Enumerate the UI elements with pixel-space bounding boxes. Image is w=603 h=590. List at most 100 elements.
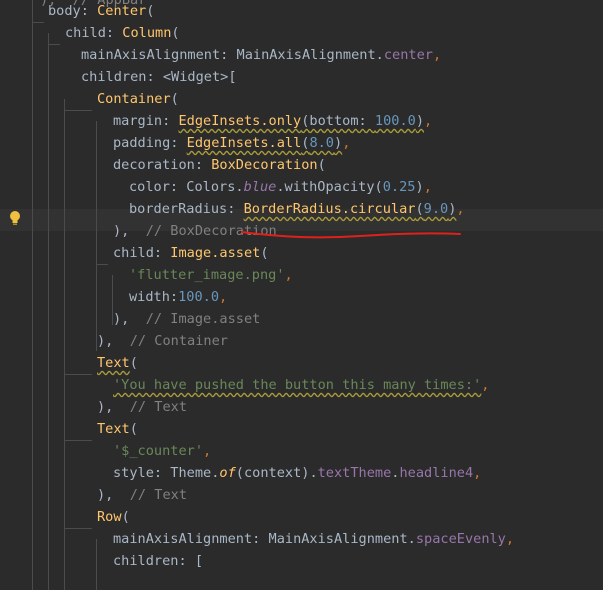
code-token: ,: [473, 465, 482, 481]
code-token: child: [65, 25, 106, 41]
lightbulb-icon[interactable]: [8, 210, 22, 226]
code-token: style: [113, 465, 154, 481]
code-token: :: [169, 179, 187, 195]
code-token: (: [146, 3, 155, 19]
code-token: :: [80, 3, 98, 19]
code-token: mainAxisAlignment: [113, 531, 253, 547]
code-token: decoration: [113, 157, 195, 173]
code-line[interactable]: Text(: [97, 352, 138, 374]
code-token: 100.0: [178, 289, 220, 305]
code-line[interactable]: ), // Container: [97, 330, 228, 352]
code-line[interactable]: '$_counter',: [113, 440, 211, 462]
code-line[interactable]: body: Center(: [48, 0, 154, 22]
code-token: margin: [113, 113, 163, 129]
code-line[interactable]: Text(: [97, 418, 138, 440]
code-token: (: [129, 421, 138, 437]
code-token: (: [129, 355, 138, 371]
code-token: : [: [178, 553, 204, 569]
code-token: blue: [243, 179, 277, 195]
code-token: : <: [146, 69, 172, 85]
code-token: .: [235, 179, 244, 195]
code-token: children: [81, 69, 147, 85]
code-line[interactable]: child: Image.asset(: [113, 242, 269, 264]
code-token: ),: [97, 333, 114, 349]
code-token: (: [121, 509, 130, 525]
code-line[interactable]: borderRadius: BorderRadius.circular(9.0)…: [129, 198, 465, 220]
code-token: 'You have pushed the button this many ti…: [113, 377, 482, 393]
code-line[interactable]: ), // Text: [97, 484, 187, 506]
code-token: padding: [113, 135, 171, 151]
code-line[interactable]: mainAxisAlignment: MainAxisAlignment.cen…: [81, 44, 441, 66]
code-token: Theme: [170, 465, 212, 481]
indent-guide: [32, 0, 33, 590]
indent-guide: [96, 539, 97, 590]
code-line[interactable]: decoration: BoxDecoration(: [113, 154, 326, 176]
code-line[interactable]: children: <Widget>[: [81, 66, 237, 88]
indent-connector: [32, 22, 44, 23]
code-line[interactable]: ), // Image.asset: [113, 308, 260, 330]
code-token: // Image.asset: [129, 311, 261, 327]
code-token: 8.0: [309, 135, 334, 151]
code-token: child: [113, 245, 154, 261]
code-token: ,: [284, 267, 293, 283]
code-token: :: [194, 157, 212, 173]
code-token: // Text: [113, 399, 188, 415]
code-token: :: [162, 113, 179, 129]
code-token: Colors: [186, 179, 236, 195]
indent-connector: [64, 440, 92, 441]
indent-connector: [64, 110, 92, 111]
code-token: (: [260, 245, 269, 261]
code-token: ,: [456, 201, 465, 217]
code-line[interactable]: Container(: [97, 88, 179, 110]
hand-drawn-red-underline: [241, 231, 461, 239]
code-editor[interactable]: ), // AppBar body: Center(child: Column(m…: [0, 0, 603, 590]
code-token: of: [219, 465, 236, 481]
code-token: Text: [97, 421, 130, 437]
code-token: ,: [203, 443, 212, 459]
code-line[interactable]: children: [: [113, 550, 203, 572]
indent-guide: [64, 99, 65, 590]
code-line[interactable]: ), // Text: [97, 396, 187, 418]
code-token: color: [129, 179, 170, 195]
code-token: Text: [97, 355, 130, 371]
code-token: 0.25: [382, 179, 416, 195]
code-token: 9.0: [423, 201, 449, 217]
code-token: ,: [423, 179, 432, 195]
code-token: ),: [97, 399, 114, 415]
code-line[interactable]: padding: EdgeInsets.all(8.0),: [113, 132, 350, 154]
code-token: :: [170, 135, 187, 151]
indent-connector: [96, 264, 108, 265]
code-token: :: [169, 289, 179, 305]
code-line[interactable]: Row(: [97, 506, 130, 528]
code-token: Image.asset: [170, 245, 261, 261]
code-token: ,: [219, 289, 228, 305]
code-token: (: [415, 201, 424, 217]
code-line[interactable]: margin: EdgeInsets.only(bottom: 100.0),: [113, 110, 432, 132]
code-token: 'flutter_image.png': [129, 267, 285, 283]
code-token: Container: [97, 91, 171, 107]
code-line[interactable]: 'flutter_image.png',: [129, 264, 293, 286]
code-line[interactable]: 'You have pushed the button this many ti…: [113, 374, 489, 396]
code-token: .withOpacity(: [276, 179, 383, 195]
code-token: EdgeInsets.all: [186, 135, 302, 151]
code-line[interactable]: color: Colors.blue.withOpacity(0.25),: [129, 176, 432, 198]
code-token: BoxDecoration: [211, 157, 318, 173]
code-token: ,: [481, 377, 490, 393]
code-token: ),: [97, 487, 114, 503]
code-line[interactable]: style: Theme.of(context).textTheme.headl…: [113, 462, 481, 484]
code-token: MainAxisAlignment: [268, 531, 408, 547]
code-token: :: [153, 245, 171, 261]
code-line[interactable]: width:100.0,: [129, 286, 227, 308]
code-token: MainAxisAlignment: [236, 47, 376, 63]
code-token: 100.0: [374, 113, 416, 129]
code-token: ,: [424, 113, 433, 129]
indent-connector: [64, 374, 92, 375]
code-token: children: [113, 553, 179, 569]
code-line[interactable]: ), // BoxDecoration: [113, 220, 277, 242]
code-token: :: [105, 25, 123, 41]
code-token: ): [334, 135, 343, 151]
code-line[interactable]: mainAxisAlignment: MainAxisAlignment.spa…: [113, 528, 514, 550]
code-line[interactable]: child: Column(: [65, 22, 180, 44]
code-token: // BoxDecoration: [129, 223, 277, 239]
code-token: :: [153, 465, 171, 481]
